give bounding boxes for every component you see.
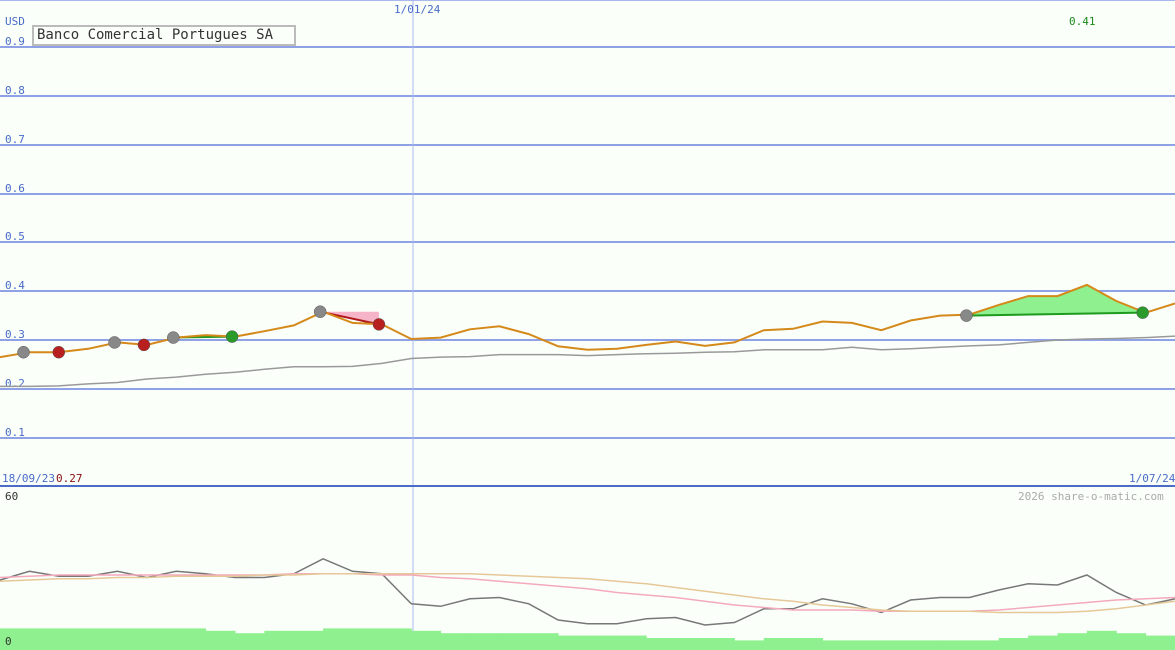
buy-signal-marker <box>225 330 239 343</box>
volume-bar <box>88 628 118 650</box>
volume-bar <box>470 633 500 650</box>
chart-title: Banco Comercial Portugues SA <box>32 25 296 46</box>
volume-bar <box>381 628 412 650</box>
y-tick-label: 0.6 <box>5 182 25 195</box>
volume-bar <box>264 630 295 650</box>
volume-bar <box>528 633 559 650</box>
y-tick-labels: 0.9 0.8 0.7 0.6 0.5 0.4 0.3 0.2 0.1 <box>5 35 25 439</box>
volume-bar <box>352 628 383 650</box>
volume-bar <box>146 628 177 650</box>
volume-bar <box>323 628 353 650</box>
stock-chart: 0.90.80.70.60.50.40.30.20.1 USD 1/01/24 … <box>0 0 1175 650</box>
osc-min-label: 0 <box>5 635 12 648</box>
neutral-signal-marker <box>313 305 327 318</box>
volume-bar <box>440 633 471 650</box>
volume-bar <box>763 638 794 650</box>
volume-bar <box>734 640 765 650</box>
volume-bar <box>675 638 706 650</box>
volume-bar <box>411 630 442 650</box>
volume-bar <box>822 640 853 650</box>
volume-bar <box>616 635 647 650</box>
volume-bar <box>176 628 207 650</box>
volume-bar <box>646 638 677 650</box>
buy-signal-marker <box>1136 306 1149 319</box>
volume-bar <box>499 633 530 650</box>
volume-bar <box>205 630 236 650</box>
volume-bars <box>0 628 1175 650</box>
volume-bar <box>1028 635 1058 650</box>
volume-bar <box>587 635 618 650</box>
volume-bar <box>1145 635 1175 650</box>
sell-signal-marker <box>52 345 65 359</box>
y-tick-label: 0.1 <box>5 426 25 439</box>
osc-max-label: 60 <box>5 490 18 503</box>
y-tick-label: 0.2 <box>5 377 25 390</box>
volume-bar <box>969 640 1000 650</box>
signal-line-2 <box>0 573 1175 614</box>
neutral-signal-marker <box>108 336 121 349</box>
volume-bar <box>705 638 735 650</box>
sell-signal-marker <box>137 338 151 352</box>
volume-bar <box>293 630 324 650</box>
volume-bar <box>1086 630 1117 650</box>
volume-bar <box>1116 633 1147 650</box>
y-tick-label: 0.3 <box>5 328 25 341</box>
high-value-label: 0.41 <box>1069 15 1096 28</box>
neutral-signal-marker <box>17 345 30 359</box>
y-tick-label: 0.8 <box>5 84 25 97</box>
volume-bar <box>998 638 1029 650</box>
volume-bar <box>235 633 265 650</box>
average-line <box>0 335 1175 388</box>
y-tick-label: 0.7 <box>5 133 25 146</box>
sell-signal-marker <box>372 318 386 331</box>
volume-bar <box>793 638 823 650</box>
volume-bar <box>940 640 970 650</box>
y-tick-label: 0.4 <box>5 279 25 292</box>
start-date-label: 18/09/23 <box>2 472 55 485</box>
price-line <box>0 283 1175 359</box>
volume-bar <box>1057 633 1088 650</box>
neutral-signal-marker <box>167 331 180 344</box>
volume-bar <box>881 640 912 650</box>
volume-bar <box>851 640 882 650</box>
copyright-label: 2026 share-o-matic.com <box>1018 490 1164 503</box>
neutral-signal-marker <box>960 309 973 322</box>
volume-bar <box>117 628 148 650</box>
oscillator-line <box>0 557 1175 626</box>
volume-bar <box>58 628 89 650</box>
price-gridlines <box>0 0 1175 439</box>
mid-date-label: 1/01/24 <box>394 3 441 16</box>
start-value-label: 0.27 <box>56 472 83 485</box>
y-tick-label: 0.5 <box>5 230 25 243</box>
end-date-label: 1/07/24 <box>1129 472 1175 485</box>
currency-label: USD <box>5 15 25 28</box>
volume-bar <box>29 628 60 650</box>
volume-bar <box>558 635 588 650</box>
oscillator-series <box>0 557 1175 626</box>
volume-bar <box>910 640 941 650</box>
y-tick-label: 0.9 <box>5 35 25 48</box>
